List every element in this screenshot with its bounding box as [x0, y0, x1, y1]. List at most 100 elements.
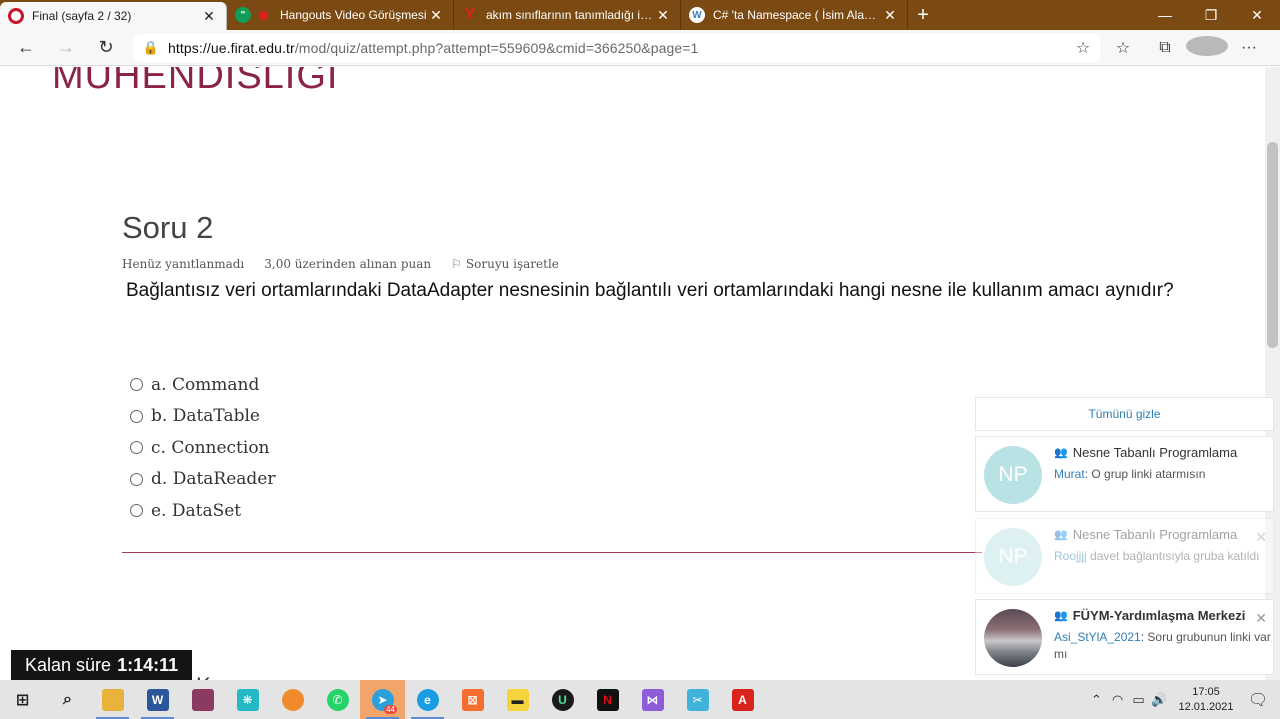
battery-icon[interactable]: ▭: [1128, 692, 1149, 708]
search-button[interactable]: ⌕: [45, 680, 90, 719]
url-text[interactable]: https://ue.firat.edu.tr/mod/quiz/attempt…: [168, 40, 1066, 56]
forward-button[interactable]: →: [46, 30, 86, 66]
system-clock[interactable]: 17:05 12.01.2021: [1176, 685, 1236, 715]
browser-tools: ☆ ⧉ ···: [1102, 30, 1270, 66]
close-tab-icon[interactable]: ✕: [200, 8, 218, 25]
question-info: Henüz yanıtlanmadı 3,00 üzerinden alınan…: [122, 257, 559, 271]
address-bar[interactable]: 🔒 https://ue.firat.edu.tr/mod/quiz/attem…: [134, 34, 1100, 62]
minimize-icon[interactable]: —: [1142, 0, 1188, 30]
answer-label[interactable]: c. Connection: [151, 438, 270, 458]
answer-label[interactable]: d. DataReader: [151, 469, 276, 489]
flag-question-link[interactable]: ⚐ Soruyu işaretle: [451, 257, 559, 271]
question-points: 3,00 üzerinden alınan puan: [264, 257, 432, 271]
wifi-icon[interactable]: ◠: [1107, 692, 1128, 708]
browser-app-button[interactable]: [270, 680, 315, 719]
netflix-button[interactable]: N: [585, 680, 630, 719]
tab-quiz[interactable]: Final (sayfa 2 / 32) ✕: [0, 2, 227, 30]
tab-yandex[interactable]: Y akım sınıflarının tanımladığı isim ✕: [454, 0, 681, 30]
close-tab-icon[interactable]: ✕: [427, 7, 445, 24]
file-explorer-button[interactable]: [90, 680, 135, 719]
telegram-button[interactable]: ➤ 44: [360, 680, 405, 719]
close-tab-icon[interactable]: ✕: [881, 7, 899, 24]
back-button[interactable]: ←: [6, 30, 46, 66]
answer-option-c[interactable]: c. Connection: [130, 432, 276, 464]
start-button[interactable]: ⊞: [0, 680, 45, 719]
word-button[interactable]: W: [135, 680, 180, 719]
url-path: /mod/quiz/attempt.php?attempt=559609&cmi…: [294, 40, 699, 56]
flag-icon: ⚐: [451, 257, 462, 271]
notification-card[interactable]: 👥 FÜYM-Yardımlaşma Merkezi Asi_StYlA_2021…: [975, 599, 1274, 675]
app-button[interactable]: ❋: [225, 680, 270, 719]
answer-label[interactable]: b. DataTable: [151, 406, 260, 426]
answer-option-b[interactable]: b. DataTable: [130, 401, 276, 433]
edge-button[interactable]: e: [405, 680, 450, 719]
close-window-icon[interactable]: ✕: [1234, 0, 1280, 30]
folder-icon: [101, 688, 124, 711]
sticky-notes-icon: ▬: [506, 688, 529, 711]
winrar-icon: [191, 688, 214, 711]
tools-button[interactable]: ✂: [675, 680, 720, 719]
favorites-icon[interactable]: ☆: [1102, 38, 1144, 58]
group-icon: 👥: [1054, 447, 1068, 459]
app-u-button[interactable]: U: [540, 680, 585, 719]
url-domain: https://ue.firat.edu.tr: [168, 40, 295, 56]
group-title: Nesne Tabanlı Programlama: [1072, 445, 1238, 460]
new-tab-button[interactable]: +: [908, 0, 938, 30]
volume-icon[interactable]: 🔊: [1149, 692, 1170, 708]
answer-list: a. Command b. DataTable c. Connection d.…: [130, 369, 276, 527]
radio-button[interactable]: [130, 472, 143, 486]
chevron-up-icon[interactable]: ⌃: [1086, 692, 1107, 708]
tab-namespace[interactable]: W C# 'ta Namespace ( İsim Alanı, İs ✕: [681, 0, 908, 30]
profile-avatar[interactable]: [1186, 35, 1228, 61]
tab-title: Hangouts Video Görüşmesi: [280, 8, 427, 22]
refresh-button[interactable]: ↻: [86, 30, 126, 66]
sticky-notes-button[interactable]: ▬: [495, 680, 540, 719]
more-menu-icon[interactable]: ···: [1228, 39, 1270, 57]
notification-card[interactable]: NP 👥 Nesne Tabanlı Programlama Roojjjj da…: [975, 518, 1274, 594]
close-notification-icon[interactable]: ✕: [1255, 529, 1267, 546]
question-text: Bağlantısız veri ortamlarındaki DataAdap…: [126, 280, 1174, 301]
maximize-icon[interactable]: ❐: [1188, 0, 1234, 30]
visual-studio-button[interactable]: ⋈: [630, 680, 675, 719]
scrollbar-thumb[interactable]: [1267, 142, 1278, 348]
close-tab-icon[interactable]: ✕: [654, 7, 672, 24]
window-controls: — ❐ ✕: [1142, 0, 1280, 30]
tab-hangouts[interactable]: " Hangouts Video Görüşmesi ✕: [227, 0, 454, 30]
whatsapp-button[interactable]: ✆: [315, 680, 360, 719]
collections-icon[interactable]: ⧉: [1144, 39, 1186, 57]
tab-title: Final (sayfa 2 / 32): [32, 9, 132, 23]
message-sender: Murat: [1054, 467, 1085, 481]
hangouts-icon: ": [235, 7, 251, 23]
clock-time: 17:05: [1192, 685, 1220, 698]
answer-option-d[interactable]: d. DataReader: [130, 464, 276, 496]
notification-card[interactable]: NP 👥 Nesne Tabanlı Programlama Murat: O g…: [975, 436, 1274, 512]
xampp-icon: ⊠: [461, 688, 484, 711]
winrar-button[interactable]: [180, 680, 225, 719]
xampp-button[interactable]: ⊠: [450, 680, 495, 719]
answer-label[interactable]: a. Command: [151, 375, 259, 395]
answer-option-e[interactable]: e. DataSet: [130, 495, 276, 527]
group-title: FÜYM-Yardımlaşma Merkezi: [1072, 608, 1246, 623]
windows-icon: ⊞: [15, 691, 30, 709]
lock-icon[interactable]: 🔒: [134, 40, 168, 56]
browser-tab-bar: Final (sayfa 2 / 32) ✕ " Hangouts Video …: [0, 0, 1280, 30]
radio-button[interactable]: [130, 441, 143, 455]
faculty-title: MÜHENDİSLİĞİ: [52, 67, 339, 97]
whatsapp-icon: ✆: [326, 688, 349, 711]
answer-option-a[interactable]: a. Command: [130, 369, 276, 401]
browser-toolbar: ← → ↻ 🔒 https://ue.firat.edu.tr/mod/quiz…: [0, 30, 1280, 66]
radio-button[interactable]: [130, 378, 143, 392]
close-notification-icon[interactable]: ✕: [1255, 610, 1267, 627]
yandex-icon: Y: [464, 6, 476, 23]
telegram-badge: 44: [384, 705, 397, 714]
browser-app-icon: [281, 688, 304, 711]
answer-label[interactable]: e. DataSet: [151, 501, 241, 521]
hide-all-button[interactable]: Tümünü gizle: [975, 397, 1274, 431]
word-icon: W: [146, 688, 169, 711]
radio-button[interactable]: [130, 409, 143, 423]
radio-button[interactable]: [130, 504, 143, 518]
action-center-icon[interactable]: 🗨: [1236, 690, 1280, 710]
acrobat-button[interactable]: A: [720, 680, 765, 719]
favorite-star-icon[interactable]: ☆: [1066, 38, 1100, 58]
group-avatar: [984, 609, 1042, 667]
